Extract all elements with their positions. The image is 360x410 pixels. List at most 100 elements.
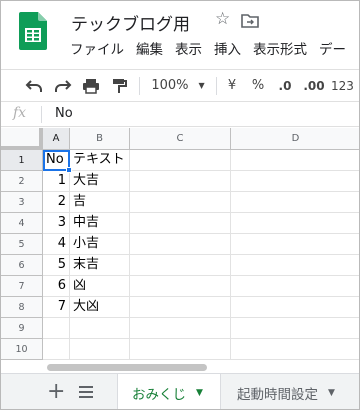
currency-format-button[interactable]: ¥ (224, 70, 240, 101)
cell-a9[interactable] (43, 318, 70, 339)
row-header[interactable]: 6 (1, 255, 43, 276)
column-header-b[interactable]: B (70, 128, 130, 150)
menu-view[interactable]: 表示 (175, 41, 202, 59)
row-header[interactable]: 9 (1, 318, 43, 339)
column-header-d[interactable]: D (231, 128, 359, 150)
horizontal-scrollbar-thumb[interactable] (47, 364, 207, 371)
row-header[interactable]: 2 (1, 171, 43, 192)
cell-d2[interactable] (231, 171, 359, 192)
cell-a6[interactable]: 5 (43, 255, 70, 276)
menu-insert[interactable]: 挿入 (214, 41, 241, 59)
sheet-tab-bar: + おみくじ ▼ 起動時間設定 ▼ (1, 373, 359, 409)
menu-file[interactable]: ファイル (70, 41, 124, 59)
cell-a8[interactable]: 7 (43, 297, 70, 318)
row-header[interactable]: 8 (1, 297, 43, 318)
all-sheets-icon[interactable] (79, 386, 93, 398)
cell-b2[interactable]: 大吉 (70, 171, 130, 192)
decrease-decimal-button[interactable]: .0 (274, 70, 296, 101)
cell-c8[interactable] (130, 297, 231, 318)
redo-button[interactable] (52, 70, 74, 101)
menu-data[interactable]: デー (319, 41, 346, 59)
spreadsheet-window: テックブログ用 ☆ ファイル 編集 表示 挿入 表示形式 デー 100% ▼ ¥… (0, 0, 360, 410)
sheets-logo-icon[interactable] (19, 12, 47, 50)
cell-b1[interactable]: テキスト (70, 150, 130, 171)
menu-bar: ファイル 編集 表示 挿入 表示形式 デー (70, 41, 358, 59)
undo-icon (25, 79, 42, 92)
cell-b7[interactable]: 凶 (70, 276, 130, 297)
formula-bar: fx No (1, 102, 359, 127)
cell-d1[interactable] (231, 150, 359, 171)
cell-a4[interactable]: 3 (43, 213, 70, 234)
cell-b5[interactable]: 小吉 (70, 234, 130, 255)
cell-d7[interactable] (231, 276, 359, 297)
row-header[interactable]: 10 (1, 339, 43, 360)
more-formats-label: 123 (331, 78, 354, 93)
zoom-dropdown-icon: ▼ (198, 81, 205, 90)
row-header[interactable]: 4 (1, 213, 43, 234)
cell-c5[interactable] (130, 234, 231, 255)
cell-c4[interactable] (130, 213, 231, 234)
menu-format[interactable]: 表示形式 (253, 41, 307, 59)
cell-a10[interactable] (43, 339, 70, 360)
column-header-c[interactable]: C (130, 128, 231, 150)
row-header[interactable]: 7 (1, 276, 43, 297)
sheet-tab-startup-time[interactable]: 起動時間設定 ▼ (223, 374, 359, 409)
cell-c1[interactable] (130, 150, 231, 171)
row-header[interactable]: 5 (1, 234, 43, 255)
toolbar-divider (216, 77, 217, 95)
app-header: テックブログ用 ☆ ファイル 編集 表示 挿入 表示形式 デー (1, 1, 359, 69)
cell-d3[interactable] (231, 192, 359, 213)
cell-b6[interactable]: 末吉 (70, 255, 130, 276)
cell-b3[interactable]: 吉 (70, 192, 130, 213)
fx-icon: fx (13, 105, 27, 121)
cell-c9[interactable] (130, 318, 231, 339)
more-formats-button[interactable]: 123 (331, 70, 359, 101)
cell-d6[interactable] (231, 255, 359, 276)
cell-c3[interactable] (130, 192, 231, 213)
cell-c10[interactable] (130, 339, 231, 360)
zoom-value: 100% (151, 78, 189, 93)
document-title[interactable]: テックブログ用 (71, 10, 190, 35)
paint-format-icon (113, 78, 127, 93)
cell-a3[interactable]: 2 (43, 192, 70, 213)
cell-b9[interactable] (70, 318, 130, 339)
add-sheet-button[interactable]: + (47, 380, 65, 404)
cell-c6[interactable] (130, 255, 231, 276)
undo-button[interactable] (23, 70, 45, 101)
decrease-decimal-label: .0 (278, 78, 292, 93)
sheet-tab-omikuji[interactable]: おみくじ ▼ (117, 374, 221, 409)
cell-d10[interactable] (231, 339, 359, 360)
print-icon (83, 78, 99, 94)
print-button[interactable] (80, 70, 102, 101)
column-header-a[interactable]: A (43, 128, 70, 150)
cell-b4[interactable]: 中吉 (70, 213, 130, 234)
cell-a5[interactable]: 4 (43, 234, 70, 255)
cell-d5[interactable] (231, 234, 359, 255)
toolbar: 100% ▼ ¥ % .0 .00 123 (1, 69, 359, 102)
sheet-tab-dropdown-icon[interactable]: ▼ (328, 388, 335, 398)
spreadsheet-grid: A B C D 1 No テキスト 2 1 大吉 3 2 吉 4 3 中吉 5 4 小吉 6 5 末吉 7 6 凶 8 7 大凶 9 10 (1, 128, 359, 373)
cell-c2[interactable] (130, 171, 231, 192)
menu-edit[interactable]: 編集 (136, 41, 163, 59)
increase-decimal-button[interactable]: .00 (301, 70, 327, 101)
cell-d8[interactable] (231, 297, 359, 318)
percent-format-button[interactable]: % (250, 70, 266, 101)
zoom-select[interactable]: 100% ▼ (147, 70, 209, 101)
sheet-tab-label: 起動時間設定 (237, 386, 318, 403)
paint-format-button[interactable] (108, 70, 130, 101)
cell-a2[interactable]: 1 (43, 171, 70, 192)
select-all-corner[interactable] (1, 128, 43, 150)
cell-d9[interactable] (231, 318, 359, 339)
star-icon[interactable]: ☆ (215, 11, 230, 28)
fill-handle[interactable] (66, 167, 72, 173)
cell-c7[interactable] (130, 276, 231, 297)
cell-a7[interactable]: 6 (43, 276, 70, 297)
move-folder-icon[interactable] (241, 13, 259, 28)
sheet-tab-dropdown-icon[interactable]: ▼ (196, 388, 203, 398)
formula-input[interactable]: No (55, 106, 73, 121)
row-header[interactable]: 3 (1, 192, 43, 213)
cell-b8[interactable]: 大凶 (70, 297, 130, 318)
cell-d4[interactable] (231, 213, 359, 234)
cell-b10[interactable] (70, 339, 130, 360)
row-header[interactable]: 1 (1, 150, 43, 171)
